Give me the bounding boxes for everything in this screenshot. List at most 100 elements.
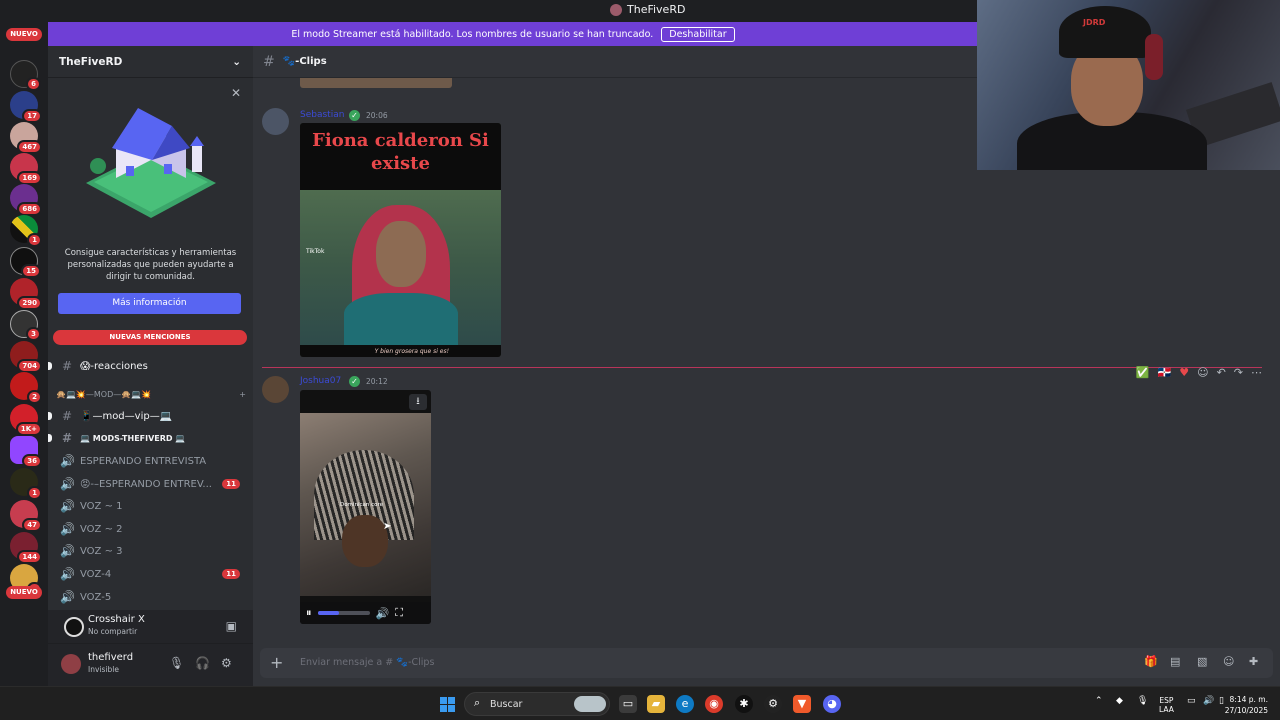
- server-icon[interactable]: 169: [10, 153, 42, 185]
- check-reaction-icon[interactable]: ✅: [1136, 366, 1150, 379]
- voice-channel-voz-5[interactable]: 🔊 VOZ-5: [52, 586, 246, 608]
- server-icon[interactable]: 6: [10, 60, 41, 91]
- message-composer[interactable]: + Enviar mensaje a # 🐾-Clips 🎁 ▤ ▧ ☺ ✚: [260, 648, 1273, 678]
- server-icon[interactable]: 1K+: [10, 404, 42, 436]
- voice-channel-voz-4[interactable]: 🔊 VOZ-4 11: [52, 563, 246, 585]
- windows-start-icon[interactable]: [440, 697, 455, 712]
- message-input[interactable]: Enviar mensaje a # 🐾-Clips: [300, 657, 434, 668]
- voice-channel-voz-3[interactable]: 🔊 VOZ ~ 3: [52, 540, 246, 562]
- battery-icon[interactable]: ▯: [1219, 696, 1224, 706]
- channel-mods-thefiverd[interactable]: # 💻 MODS-THEFIVERD 💻: [48, 427, 246, 449]
- server-icon[interactable]: 144: [10, 532, 42, 564]
- headphones-icon[interactable]: 🎧: [195, 656, 210, 670]
- user-panel: Crosshair X No compartir ▣ thefiverd Inv…: [48, 610, 253, 686]
- sticker-icon[interactable]: ▧: [1197, 655, 1207, 668]
- voice-channel-esperando[interactable]: 🔊 ESPERANDO ENTREVISTA: [52, 450, 246, 472]
- server-icon[interactable]: 2: [10, 372, 42, 404]
- disable-streamer-button[interactable]: Deshabilitar: [661, 26, 735, 42]
- gift-icon[interactable]: 🎁: [1144, 655, 1158, 668]
- channel-header: # 🐾-Clips: [253, 46, 978, 78]
- video-progress-bar[interactable]: [317, 611, 370, 615]
- apps-icon[interactable]: ✚: [1249, 655, 1258, 668]
- discord-icon[interactable]: ◕: [823, 695, 841, 713]
- more-info-button[interactable]: Más información: [58, 293, 241, 314]
- network-icon[interactable]: ▭: [1187, 696, 1196, 706]
- taskbar-search[interactable]: ⌕ Buscar: [464, 692, 610, 716]
- speaker-icon: 🔊: [60, 477, 75, 491]
- video-progress-fill: [317, 611, 340, 615]
- speaker-icon: 🔊: [60, 567, 75, 581]
- voice-channel-voz-1[interactable]: 🔊 VOZ ~ 1: [52, 495, 246, 517]
- server-icon[interactable]: 704: [10, 341, 42, 373]
- add-channel-icon[interactable]: +: [239, 390, 246, 399]
- image-attachment[interactable]: Fiona calderon Si existe TikTok Y bien g…: [300, 123, 501, 357]
- previous-attachment[interactable]: [300, 78, 452, 88]
- app-icon[interactable]: ✱: [735, 695, 753, 713]
- voice-channel-esperando-2[interactable]: 🔊 😡-–ESPERANDO ENTREV... 11: [52, 473, 246, 495]
- channel-label: 😱-reacciones: [80, 360, 148, 372]
- tray-app-icon[interactable]: ◆: [1116, 696, 1123, 706]
- heart-reaction-icon[interactable]: ♥: [1179, 366, 1189, 379]
- guild-header[interactable]: TheFiveRD ⌄: [48, 46, 253, 78]
- tray-mic-icon[interactable]: 🎙: [1137, 696, 1148, 706]
- server-icon[interactable]: 686: [10, 184, 42, 216]
- search-icon: ⌕: [474, 696, 481, 709]
- edge-icon[interactable]: e: [676, 695, 694, 713]
- chrome-icon[interactable]: ◉: [705, 695, 723, 713]
- avatar[interactable]: [61, 654, 81, 674]
- microphone-icon[interactable]: 🎙: [169, 656, 184, 670]
- server-icon[interactable]: 290: [10, 278, 42, 310]
- clock[interactable]: 8:14 p. m. 27/10/2025: [1225, 694, 1268, 716]
- message-author[interactable]: Sebastian: [300, 110, 344, 120]
- task-view-icon[interactable]: ▭: [619, 695, 637, 713]
- speaker-icon: 🔊: [60, 454, 75, 468]
- house-illustration: [86, 108, 216, 218]
- flag-reaction-icon[interactable]: 🇩🇴: [1158, 366, 1172, 379]
- volume-icon[interactable]: 🔊: [1203, 696, 1214, 706]
- brave-icon[interactable]: ▼: [793, 695, 811, 713]
- server-icon[interactable]: 1: [10, 468, 42, 500]
- new-mentions-pill[interactable]: NUEVAS MENCIONES: [53, 330, 247, 345]
- server-badge: 36: [22, 454, 42, 468]
- pause-icon[interactable]: ⏸: [306, 606, 312, 620]
- avatar[interactable]: [262, 108, 289, 135]
- fullscreen-icon[interactable]: ⛶: [395, 606, 403, 620]
- reply-icon[interactable]: ↶: [1217, 366, 1226, 379]
- add-reaction-icon[interactable]: ☺: [1197, 366, 1208, 379]
- video-player[interactable]: Dominican core ⭳ ⏸ 🔊 ⛶: [300, 390, 431, 624]
- message-author[interactable]: Joshua07: [300, 376, 341, 386]
- volume-icon[interactable]: 🔊: [376, 607, 390, 620]
- category-mod[interactable]: 🙊💻💥—MOD—🙊💻💥 +: [56, 390, 246, 399]
- server-icon[interactable]: 17: [10, 91, 42, 123]
- server-icon[interactable]: 467: [10, 122, 42, 154]
- gear-icon[interactable]: ⚙: [221, 656, 232, 670]
- channel-reacciones[interactable]: # 😱-reacciones: [48, 355, 246, 377]
- tray-overflow-icon[interactable]: ⌃: [1095, 696, 1103, 706]
- forward-icon[interactable]: ↷: [1234, 366, 1243, 379]
- screen-share-icon[interactable]: ▣: [226, 619, 237, 633]
- mouse-cursor-icon: ➤: [383, 521, 392, 532]
- server-icon[interactable]: 15: [10, 247, 41, 278]
- user-area[interactable]: thefiverd Invisible 🎙 🎧 ⚙: [48, 646, 253, 686]
- server-icon[interactable]: 1: [10, 215, 42, 247]
- emoji-icon[interactable]: ☺: [1223, 655, 1234, 668]
- avatar[interactable]: [262, 376, 289, 403]
- voice-channel-voz-2[interactable]: 🔊 VOZ ~ 2: [52, 518, 246, 540]
- language-indicator[interactable]: ESP LAA: [1159, 696, 1174, 714]
- server-icon[interactable]: 47: [10, 500, 42, 532]
- server-icon[interactable]: 3: [10, 310, 41, 341]
- app-icon-2[interactable]: ⚙: [764, 695, 782, 713]
- channel-mod-vip[interactable]: # 📱—mod—vip—💻: [48, 405, 246, 427]
- channel-label: 😡-–ESPERANDO ENTREV...: [80, 478, 212, 490]
- close-icon[interactable]: ✕: [231, 86, 241, 100]
- download-icon[interactable]: ⭳: [409, 394, 427, 410]
- file-explorer-icon[interactable]: ▰: [647, 695, 665, 713]
- twitch-server-icon[interactable]: 36: [10, 436, 42, 468]
- add-attachment-icon[interactable]: +: [270, 653, 283, 672]
- channel-label: 💻 MODS-THEFIVERD 💻: [80, 433, 186, 443]
- new-servers-pill[interactable]: NUEVO: [6, 28, 42, 41]
- gif-icon[interactable]: ▤: [1170, 655, 1180, 668]
- new-servers-pill[interactable]: NUEVO: [6, 586, 42, 599]
- unread-indicator: [48, 362, 52, 370]
- more-icon[interactable]: ⋯: [1251, 366, 1262, 379]
